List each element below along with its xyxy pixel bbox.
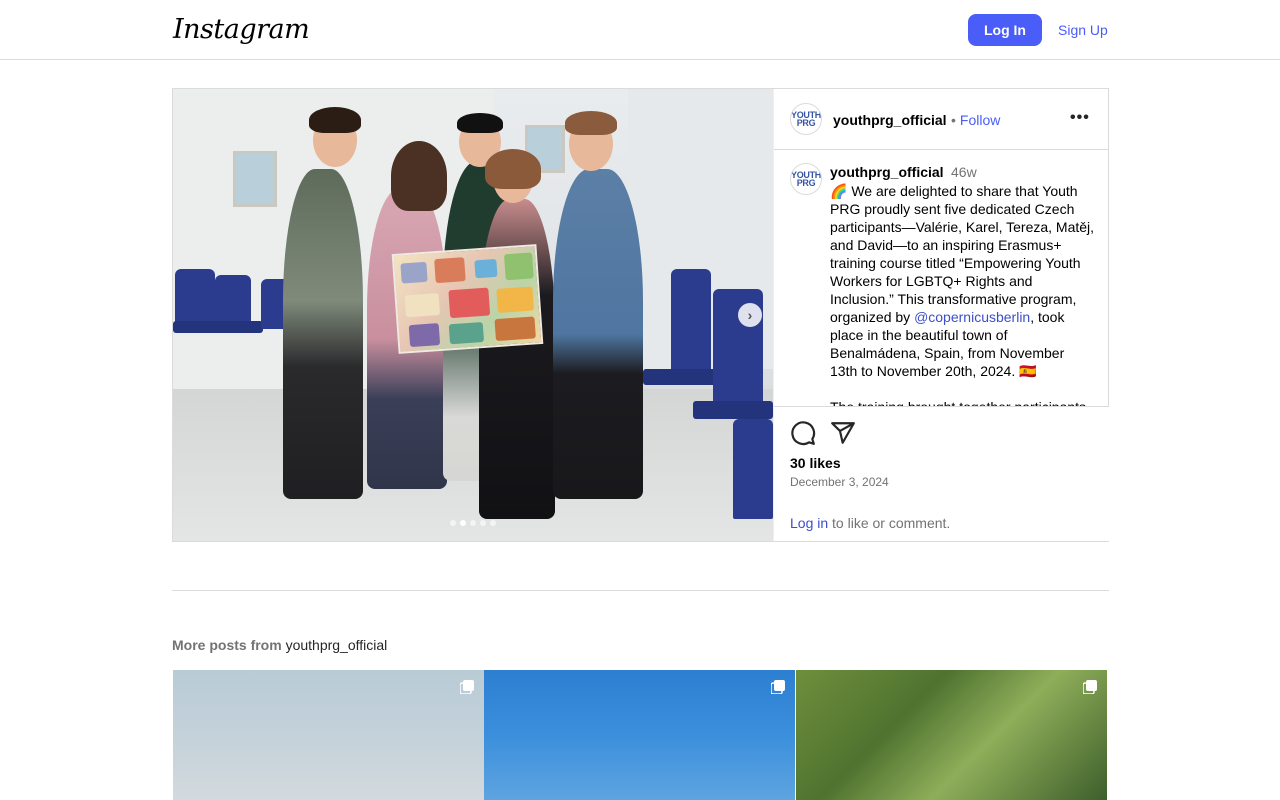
more-post-thumbnail[interactable] bbox=[796, 670, 1107, 800]
follow-label: Follow bbox=[959, 112, 1001, 128]
person-hair bbox=[485, 149, 541, 189]
carousel-dot bbox=[480, 520, 486, 526]
person-cap bbox=[457, 113, 503, 133]
mention-link[interactable]: @copernicusberlin bbox=[914, 309, 1030, 325]
author-username[interactable]: youthprg_official bbox=[833, 112, 947, 128]
chair-seat bbox=[211, 321, 263, 333]
carousel-dot-active bbox=[460, 520, 466, 526]
more-options-icon[interactable]: ••• bbox=[1070, 109, 1090, 127]
carousel-dot bbox=[450, 520, 456, 526]
follow-separator: • bbox=[951, 112, 956, 128]
carousel-next-button[interactable]: › bbox=[738, 303, 762, 327]
share-icon[interactable] bbox=[830, 420, 856, 446]
login-link[interactable]: Log in bbox=[790, 515, 828, 531]
post-author-header: YOUTH PRG youthprg_official • Follow ••• bbox=[774, 89, 1109, 150]
caption-avatar[interactable]: YOUTH PRG bbox=[790, 163, 822, 195]
multi-image-icon bbox=[771, 680, 785, 694]
post-sidebar: YOUTH PRG youthprg_official • Follow ••• … bbox=[773, 89, 1109, 541]
caption-text-more: The training brought together participan… bbox=[830, 398, 1095, 406]
chair bbox=[175, 269, 215, 329]
chair-seat bbox=[693, 401, 773, 419]
more-post-thumbnail[interactable] bbox=[173, 670, 484, 800]
more-posts-label: More posts from bbox=[172, 637, 286, 653]
chair bbox=[671, 269, 711, 379]
chair bbox=[733, 419, 773, 519]
instagram-logo[interactable]: Instagram bbox=[173, 14, 310, 45]
caption-username[interactable]: youthprg_official bbox=[830, 164, 944, 180]
multi-image-icon bbox=[460, 680, 474, 694]
caption-text: 🌈 We are delighted to share that Youth P… bbox=[830, 182, 1095, 406]
post-actions: 30 likes December 3, 2024 Log in to like… bbox=[774, 406, 1109, 541]
caption-text-part1: 🌈 We are delighted to share that Youth P… bbox=[830, 183, 1095, 325]
avatar-logo: YOUTH PRG bbox=[791, 170, 822, 188]
person bbox=[283, 169, 363, 499]
post-date[interactable]: December 3, 2024 bbox=[790, 475, 889, 489]
vision-board-collage bbox=[391, 244, 544, 354]
author-avatar[interactable]: YOUTH PRG bbox=[790, 103, 822, 135]
login-to-comment: Log in to like or comment. bbox=[790, 515, 950, 531]
caption-scroll-area[interactable]: YOUTH PRG youthprg_official 46w 🌈 We are… bbox=[774, 151, 1109, 406]
comment-icon[interactable] bbox=[790, 420, 816, 446]
person-hair bbox=[309, 107, 361, 133]
more-posts-heading: More posts from youthprg_official bbox=[172, 637, 387, 653]
avatar-logo: YOUTH PRG bbox=[791, 110, 822, 128]
login-prompt-text: to like or comment. bbox=[828, 515, 951, 531]
carousel-dot bbox=[470, 520, 476, 526]
section-divider bbox=[172, 590, 1109, 591]
signup-link[interactable]: Sign Up bbox=[1058, 22, 1108, 38]
caption-timestamp[interactable]: 46w bbox=[951, 164, 977, 180]
likes-count[interactable]: 30 likes bbox=[790, 455, 841, 471]
follow-button[interactable]: • Follow bbox=[951, 112, 1000, 128]
multi-image-icon bbox=[1083, 680, 1097, 694]
person-hair bbox=[391, 141, 447, 211]
more-post-thumbnail[interactable] bbox=[484, 670, 795, 800]
wall-frame bbox=[233, 151, 277, 207]
top-navbar: Instagram Log In Sign Up bbox=[0, 0, 1280, 60]
more-posts-username[interactable]: youthprg_official bbox=[286, 637, 388, 653]
login-button[interactable]: Log In bbox=[968, 14, 1042, 46]
person-hair bbox=[565, 111, 617, 135]
post-photo[interactable]: › bbox=[173, 89, 773, 541]
carousel-dot bbox=[490, 520, 496, 526]
carousel-dots bbox=[450, 520, 496, 526]
post-card: › YOUTH PRG youthprg_official • Follow ••… bbox=[172, 88, 1109, 542]
person bbox=[553, 169, 643, 499]
